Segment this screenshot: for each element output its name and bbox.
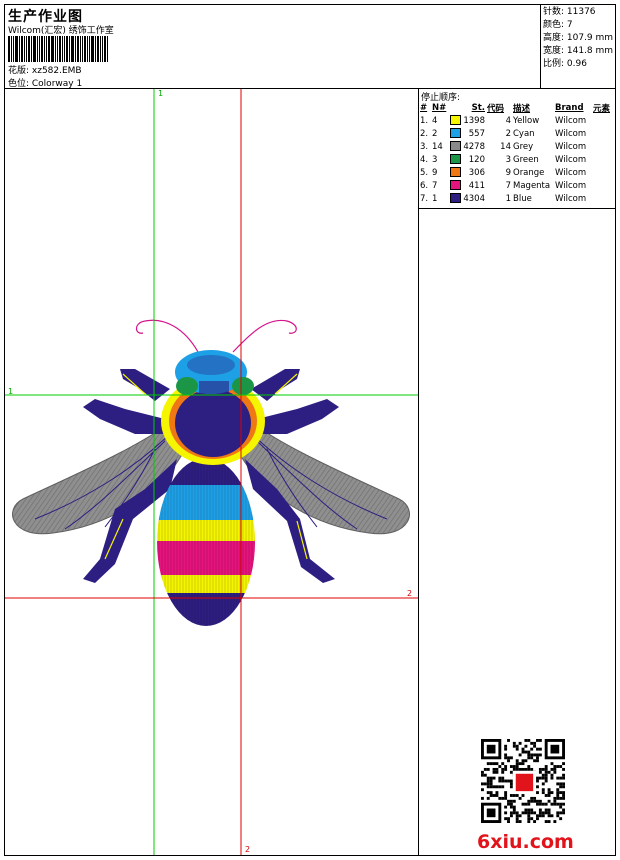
brand-cell: Wilcom [555, 154, 587, 165]
production-sheet: 生产作业图 Wilcom(汇宏) 绣饰工作室 花版: xz582.EMB 色位:… [4, 4, 616, 856]
code-cell: 14 [500, 141, 511, 152]
watermark-logo: 6xiu.com [477, 831, 574, 853]
studio-name: Wilcom(汇宏) 绣饰工作室 [8, 26, 114, 36]
code-cell: 1 [505, 193, 511, 204]
color-swatch [450, 167, 461, 178]
table-divider [419, 208, 615, 209]
description-cell: Magenta [513, 180, 551, 191]
stitch-count-cell: 1398 [449, 114, 486, 127]
brand-cell: Wilcom [555, 180, 587, 191]
color-row[interactable]: 1. 4 1398 4 Yellow Wilcom [419, 114, 611, 127]
stats-panel: 针数: 11376 颜色: 7 高度: 107.9 mm 宽度: 141.8 m… [541, 5, 615, 89]
color-row[interactable]: 3. 14 4278 14 Grey Wilcom [419, 140, 611, 153]
code-cell: 2 [505, 128, 511, 139]
design-name: 花版: xz582.EMB [8, 66, 82, 76]
color-row[interactable]: 2. 2 557 2 Cyan Wilcom [419, 127, 611, 140]
code-cell: 7 [505, 180, 511, 191]
element-cell [592, 114, 611, 127]
needle-number: 2 [432, 128, 438, 139]
code-cell: 3 [505, 154, 511, 165]
color-table-header: # N# St. 代码 描述 Brand 元素 [419, 101, 611, 114]
description-cell: Green [513, 154, 539, 165]
row-number: 1. [420, 115, 429, 126]
color-count: 颜色: 7 [543, 20, 573, 30]
stitch-count-cell: 120 [449, 153, 486, 166]
row-number: 3. [420, 141, 429, 152]
description-cell: Grey [513, 141, 534, 152]
design-width: 宽度: 141.8 mm [543, 46, 614, 56]
stitch-count-cell: 557 [449, 127, 486, 140]
color-sequence-panel: 停止顺序: # N# St. 代码 描述 Brand 元素 1. 4 1398 4 Ye… [419, 89, 615, 855]
row-number: 7. [420, 193, 429, 204]
colorway-name: 色位: Colorway 1 [8, 79, 83, 89]
needle-number: 7 [432, 180, 438, 191]
brand-cell: Wilcom [555, 128, 587, 139]
barcode [8, 36, 120, 62]
header-panel: 生产作业图 Wilcom(汇宏) 绣饰工作室 花版: xz582.EMB 色位:… [5, 5, 541, 89]
row-number: 6. [420, 180, 429, 191]
element-cell [592, 179, 611, 192]
element-cell [592, 153, 611, 166]
stitch-count-cell: 306 [449, 166, 486, 179]
color-row[interactable]: 4. 3 120 3 Green Wilcom [419, 153, 611, 166]
element-cell [592, 140, 611, 153]
code-cell: 4 [505, 115, 511, 126]
col-code: 代码 [487, 103, 505, 114]
brand-cell: Wilcom [555, 115, 587, 126]
needle-number: 1 [432, 193, 438, 204]
design-canvas[interactable]: 1 1 2 2 [5, 89, 419, 855]
color-row[interactable]: 7. 1 4304 1 Blue Wilcom [419, 192, 611, 205]
brand-cell: Wilcom [555, 167, 587, 178]
code-cell: 9 [505, 167, 511, 178]
color-table: # N# St. 代码 描述 Brand 元素 1. 4 1398 4 Yellow Wi… [419, 101, 611, 205]
design-scale: 比例: 0.96 [543, 59, 587, 69]
guide-label-h1: 1 [8, 387, 14, 396]
description-cell: Blue [513, 193, 532, 204]
needle-number: 14 [432, 141, 443, 152]
brand-cell: Wilcom [555, 141, 587, 152]
color-swatch [450, 154, 461, 165]
color-swatch [450, 180, 461, 191]
needle-number: 4 [432, 115, 438, 126]
element-cell [592, 166, 611, 179]
description-cell: Orange [513, 167, 545, 178]
col-brand: Brand [555, 102, 584, 113]
row-number: 2. [420, 128, 429, 139]
element-cell [592, 127, 611, 140]
row-number: 4. [420, 154, 429, 165]
row-number: 5. [420, 167, 429, 178]
guide-label-v1: 1 [158, 89, 164, 98]
stitch-count: 针数: 11376 [543, 7, 596, 17]
brand-cell: Wilcom [555, 193, 587, 204]
color-swatch [450, 141, 461, 152]
col-stitches: St. [471, 102, 485, 113]
description-cell: Yellow [513, 115, 540, 126]
color-swatch [450, 193, 461, 204]
col-num: # [420, 102, 428, 113]
stitch-count-cell: 411 [449, 179, 486, 192]
design-height: 高度: 107.9 mm [543, 33, 614, 43]
color-swatch [450, 128, 461, 139]
guide-label-h2: 2 [407, 589, 413, 598]
color-row[interactable]: 6. 7 411 7 Magenta Wilcom [419, 179, 611, 192]
guide-label-v2: 2 [245, 845, 251, 854]
stitch-count-cell: 4278 [449, 140, 486, 153]
needle-number: 9 [432, 167, 438, 178]
description-cell: Cyan [513, 128, 535, 139]
qr-code [481, 739, 565, 823]
element-cell [592, 192, 611, 205]
color-row[interactable]: 5. 9 306 9 Orange Wilcom [419, 166, 611, 179]
col-needle: N# [432, 102, 447, 113]
color-swatch [450, 115, 461, 126]
bee-embroidery [5, 89, 418, 855]
needle-number: 3 [432, 154, 438, 165]
col-desc: 描述 [513, 103, 531, 114]
stitch-count-cell: 4304 [449, 192, 486, 205]
col-element: 元素 [593, 103, 611, 114]
